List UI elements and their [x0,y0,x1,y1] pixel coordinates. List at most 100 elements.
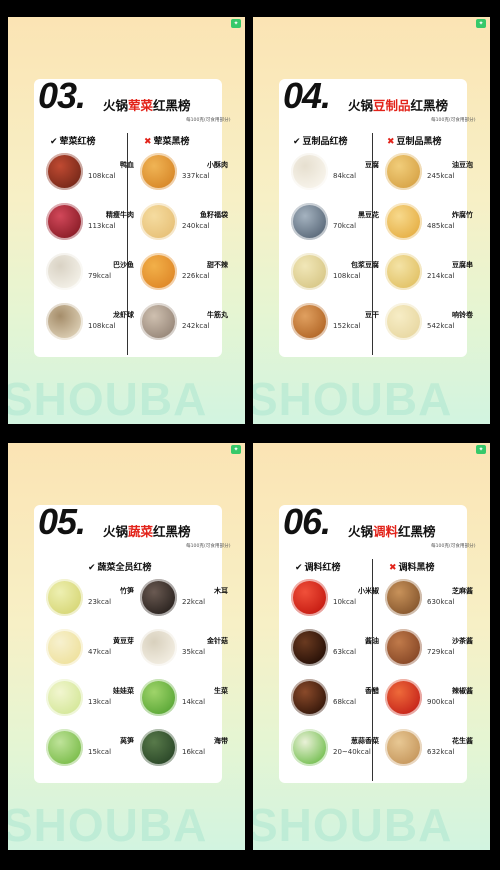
section-title: 火锅荤菜红黑榜 [103,98,191,113]
item-calories: 245kcal [427,172,455,180]
item-calories: 152kcal [333,322,361,330]
tofu-icon [291,153,328,190]
list-item: 油豆泡 245kcal [385,153,475,193]
watermark: SHOUBA [253,799,453,850]
item-name: 甜不辣 [207,261,228,269]
red-list-header: ✔ 调料红榜 [295,563,341,573]
item-calories: 79kcal [88,272,112,280]
item-calories: 20~40kcal [333,748,371,756]
lean-beef-icon [46,203,83,240]
section-number: 05. [38,501,86,542]
item-calories: 15kcal [88,748,112,756]
black-list-header: ✖ 豆制品黑榜 [387,137,442,147]
dried-tofu-icon [291,303,328,340]
vinegar-icon [291,679,328,716]
item-calories: 242kcal [182,322,210,330]
red-list-header: ✔ 荤菜红榜 [50,137,96,147]
list-item: 酱油 63kcal [291,629,381,669]
list-item: 沙茶酱 729kcal [385,629,475,669]
scallion-garlic-icon [291,729,328,766]
section-number: 03. [38,75,86,116]
item-name: 木耳 [214,587,228,595]
item-calories: 13kcal [88,698,112,706]
watermark: SHOUBA [253,373,453,424]
black-list-header: ✖ 调料黑榜 [389,563,435,573]
panel-meat: ✦ SHOUBA 03. 火锅荤菜红黑榜 每100克(可食用部分) ✔ 荤菜红榜 … [8,17,245,424]
item-calories: 35kcal [182,648,206,656]
item-calories: 68kcal [333,698,357,706]
satay-sauce-icon [385,629,422,666]
list-item: 豆干 152kcal [291,303,381,343]
black-tofu-pudding-icon [291,203,328,240]
item-name: 油豆泡 [452,161,473,169]
check-icon: ✔ [50,137,58,147]
list-item: 黑豆花 70kcal [291,203,381,243]
section-number: 04. [283,75,331,116]
app-badge-icon: ✦ [476,19,486,28]
list-item: 小米椒 10kcal [291,579,381,619]
item-name: 花生酱 [452,737,473,745]
list-item: 莴笋 15kcal [46,729,136,769]
cross-icon: ✖ [387,137,395,147]
panel-vegetables: ✦ SHOUBA 05. 火锅蔬菜红黑榜 每100克(可食用部分) ✔ 蔬菜全员红… [8,443,245,850]
list-item: 精瘦牛肉 113kcal [46,203,136,243]
item-name: 葱蒜香菜 [351,737,379,745]
section-title: 火锅调料红黑榜 [348,524,436,539]
black-list-header: ✖ 荤菜黑榜 [144,137,190,147]
item-name: 生菜 [214,687,228,695]
check-icon: ✔ [295,563,303,573]
item-calories: 70kcal [333,222,357,230]
item-name: 黑豆花 [358,211,379,219]
item-calories: 337kcal [182,172,210,180]
list-item: 鱼籽福袋 240kcal [140,203,230,243]
list-item: 豆腐 84kcal [291,153,381,193]
item-calories: 23kcal [88,598,112,606]
item-name: 海带 [214,737,228,745]
pulp-tofu-icon [291,253,328,290]
item-name: 豆腐串 [452,261,473,269]
app-badge-icon: ✦ [476,445,486,454]
item-name: 香醋 [365,687,379,695]
item-calories: 22kcal [182,598,206,606]
list-item: 小酥肉 337kcal [140,153,230,193]
item-calories: 108kcal [333,272,361,280]
list-item: 木耳 22kcal [140,579,230,619]
bamboo-shoot-icon [46,579,83,616]
list-item: 牛筋丸 242kcal [140,303,230,343]
cross-icon: ✖ [389,563,397,573]
item-calories: 485kcal [427,222,455,230]
list-item: 生菜 14kcal [140,679,230,719]
item-calories: 113kcal [88,222,116,230]
item-name: 酱油 [365,637,379,645]
item-calories: 108kcal [88,172,116,180]
list-item: 豆腐串 214kcal [385,253,475,293]
section-number: 06. [283,501,331,542]
peanut-butter-icon [385,729,422,766]
beef-ball-icon [140,303,177,340]
red-list-header: ✔ 蔬菜全员红榜 [88,563,152,573]
item-name: 龙虾球 [113,311,134,319]
list-item: 花生酱 632kcal [385,729,475,769]
item-name: 小米椒 [358,587,379,595]
list-item: 金针菇 35kcal [140,629,230,669]
chili-icon [291,579,328,616]
section-title: 火锅豆制品红黑榜 [348,98,449,113]
list-item: 鸭血 108kcal [46,153,136,193]
item-name: 包浆豆腐 [351,261,379,269]
chili-sauce-icon [385,679,422,716]
list-item: 巴沙鱼 79kcal [46,253,136,293]
check-icon: ✔ [293,137,301,147]
tofu-roll-icon [385,303,422,340]
baby-cabbage-icon [46,679,83,716]
item-name: 豆腐 [365,161,379,169]
soy-sauce-icon [291,629,328,666]
list-item: 葱蒜香菜 20~40kcal [291,729,381,769]
fried-yuba-icon [385,203,422,240]
red-list-header: ✔ 豆制品红榜 [293,137,348,147]
celtuce-icon [46,729,83,766]
list-item: 炸腐竹 485kcal [385,203,475,243]
roe-pouch-icon [140,203,177,240]
list-item: 芝麻酱 630kcal [385,579,475,619]
kelp-icon [140,729,177,766]
basa-fish-icon [46,253,83,290]
